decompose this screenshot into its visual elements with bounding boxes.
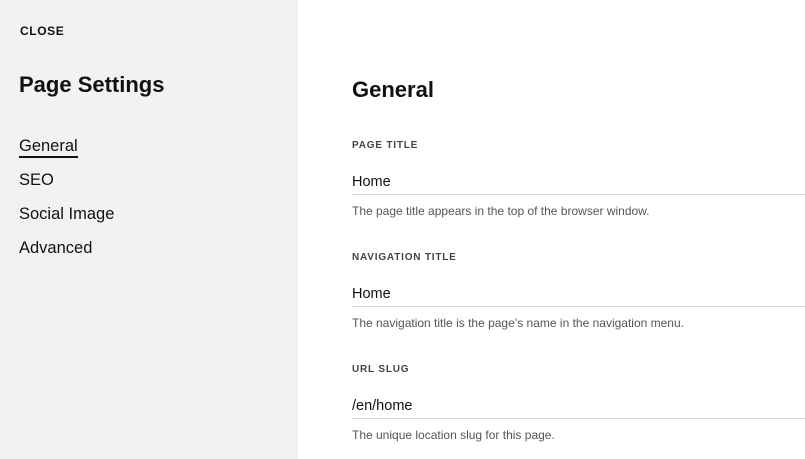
settings-nav: General SEO Social Image Advanced bbox=[19, 136, 114, 272]
page-settings-app: CLOSE Page Settings General SEO Social I… bbox=[0, 0, 805, 459]
nav-item-seo[interactable]: SEO bbox=[19, 170, 114, 204]
sidebar-title: Page Settings bbox=[19, 72, 165, 97]
field-help-text: The navigation title is the page’s name … bbox=[352, 316, 684, 330]
navigation-title-input[interactable] bbox=[352, 281, 805, 307]
nav-item-label: General bbox=[19, 137, 78, 158]
url-slug-input[interactable] bbox=[352, 393, 805, 419]
settings-sidebar: CLOSE Page Settings General SEO Social I… bbox=[0, 0, 298, 459]
field-label: URL SLUG bbox=[352, 364, 410, 375]
page-title-input[interactable] bbox=[352, 169, 805, 195]
nav-item-general[interactable]: General bbox=[19, 136, 114, 170]
nav-item-advanced[interactable]: Advanced bbox=[19, 238, 114, 272]
field-help-text: The page title appears in the top of the… bbox=[352, 204, 650, 218]
field-label: PAGE TITLE bbox=[352, 140, 419, 151]
field-label: NAVIGATION TITLE bbox=[352, 252, 457, 263]
nav-item-label: SEO bbox=[19, 171, 54, 189]
settings-main: General PAGE TITLE The page title appear… bbox=[298, 0, 805, 459]
nav-item-social-image[interactable]: Social Image bbox=[19, 204, 114, 238]
url-slug-field: URL SLUG The unique location slug for th… bbox=[352, 363, 805, 442]
nav-item-label: Social Image bbox=[19, 205, 115, 223]
page-title-field: PAGE TITLE The page title appears in the… bbox=[352, 139, 805, 218]
nav-item-label: Advanced bbox=[19, 239, 93, 257]
section-title: General bbox=[352, 77, 434, 102]
field-help-text: The unique location slug for this page. bbox=[352, 428, 555, 442]
navigation-title-field: NAVIGATION TITLE The navigation title is… bbox=[352, 251, 805, 330]
close-button[interactable]: CLOSE bbox=[20, 24, 64, 38]
